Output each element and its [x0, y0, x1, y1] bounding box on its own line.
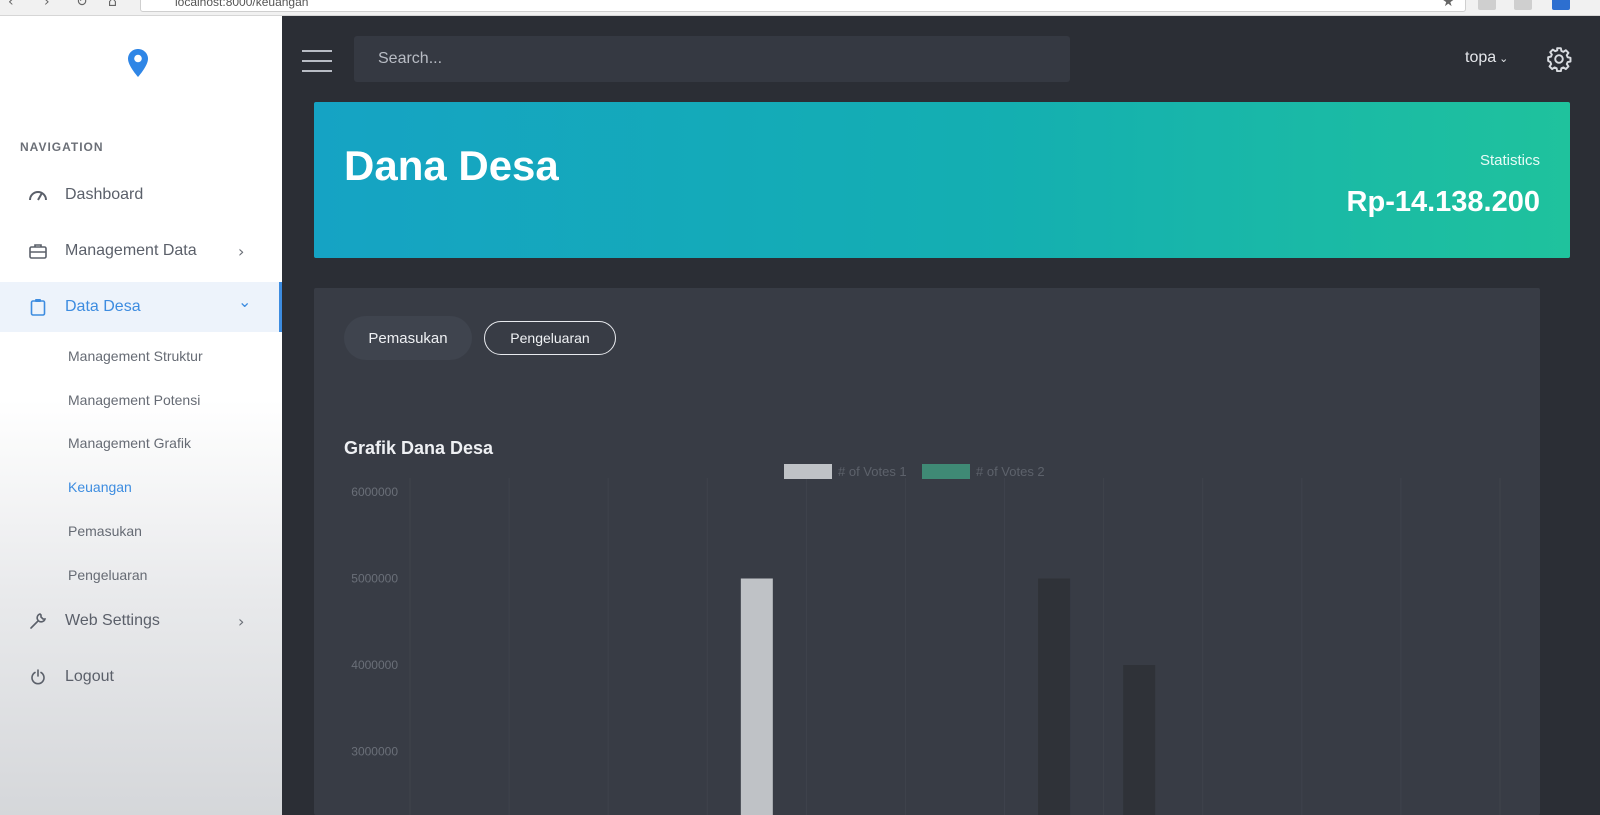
sidebar-item-data-desa[interactable]: Data Desa ⌄: [0, 282, 282, 332]
navigation-heading: NAVIGATION: [20, 140, 104, 154]
tab-pengeluaran[interactable]: Pengeluaran: [484, 321, 616, 355]
sidebar-subitem-management-potensi[interactable]: Management Potensi: [68, 392, 200, 408]
sidebar-subitem-pemasukan[interactable]: Pemasukan: [68, 523, 142, 539]
address-bar[interactable]: localhost:8000/keuangan: [140, 0, 1466, 12]
chevron-down-icon: ⌄: [1499, 52, 1509, 65]
sidebar-subitem-management-grafik[interactable]: Management Grafik: [68, 435, 191, 451]
briefcase-icon: [28, 241, 48, 261]
topbar: topa⌄: [282, 16, 1600, 102]
sidebar: NAVIGATION Dashboard Management Data › D…: [0, 16, 282, 815]
statistics-value: Rp-14.138.200: [1346, 186, 1540, 218]
sidebar-item-web-settings[interactable]: Web Settings ›: [0, 596, 282, 646]
power-icon: [28, 667, 48, 687]
sidebar-item-label: Data Desa: [65, 298, 141, 315]
profile-extension-icon[interactable]: [1552, 0, 1570, 10]
reload-icon[interactable]: ↻: [76, 0, 88, 10]
legend-swatch: [922, 464, 970, 479]
y-tick-label: 4000000: [351, 658, 398, 672]
sidebar-item-label: Web Settings: [65, 612, 160, 629]
sidebar-item-label: Management Data: [65, 242, 197, 259]
legend-label: # of Votes 2: [976, 464, 1045, 479]
sidebar-item-logout[interactable]: Logout: [0, 652, 282, 702]
chevron-right-icon: ›: [238, 241, 245, 261]
gear-icon[interactable]: [1546, 46, 1572, 72]
sidebar-subitem-keuangan[interactable]: Keuangan: [68, 479, 132, 495]
y-tick-label: 5000000: [351, 572, 398, 586]
sidebar-item-label: Dashboard: [65, 186, 144, 203]
wrench-icon: [28, 611, 48, 631]
sidebar-item-dashboard[interactable]: Dashboard: [0, 170, 282, 220]
location-pin-logo-icon[interactable]: [126, 48, 150, 78]
chevron-down-icon: ⌄: [238, 292, 252, 311]
y-tick-label: 3000000: [351, 745, 398, 759]
bookmark-star-icon[interactable]: ★: [1442, 0, 1455, 10]
legend-label: # of Votes 1: [838, 464, 907, 479]
home-icon[interactable]: ⌂: [108, 0, 117, 10]
page-title: Dana Desa: [344, 142, 559, 189]
sidebar-item-management-data[interactable]: Management Data ›: [0, 226, 282, 276]
sidebar-subitem-management-struktur[interactable]: Management Struktur: [68, 348, 203, 364]
address-url: localhost:8000/keuangan: [175, 0, 309, 9]
clipboard-icon: [28, 297, 48, 317]
sidebar-subitem-pengeluaran[interactable]: Pengeluaran: [68, 567, 147, 583]
back-icon[interactable]: ‹: [8, 0, 14, 10]
browser-toolbar: ‹ › ↻ ⌂ localhost:8000/keuangan ★: [0, 0, 1600, 16]
extension-icon[interactable]: [1478, 0, 1496, 10]
bar: [1038, 578, 1071, 815]
summary-banner: Dana Desa Statistics Rp-14.138.200: [314, 102, 1570, 258]
dashboard-gauge-icon: [28, 185, 48, 205]
sidebar-item-label: Logout: [65, 668, 114, 685]
hamburger-menu-icon[interactable]: [302, 50, 332, 72]
user-menu[interactable]: topa ⌄: [1465, 49, 1508, 67]
legend-swatch: [784, 464, 832, 479]
chart-title: Grafik Dana Desa: [344, 438, 494, 458]
search-input[interactable]: [354, 36, 1070, 82]
bar: [1123, 665, 1156, 815]
forward-icon[interactable]: ›: [44, 0, 50, 10]
tab-pemasukan[interactable]: Pemasukan: [344, 316, 472, 360]
bar: [740, 578, 773, 815]
y-tick-label: 6000000: [351, 485, 398, 499]
extension-icon[interactable]: [1514, 0, 1532, 10]
chart-card: Pemasukan Pengeluaran Grafik Dana Desa 6…: [314, 288, 1540, 815]
statistics-label: Statistics: [1479, 152, 1540, 169]
user-name: topa: [1465, 49, 1497, 66]
bar-chart: 6000000 5000000 4000000 3000000 # of Votes 1…: [351, 464, 1501, 815]
chevron-right-icon: ›: [238, 611, 245, 631]
